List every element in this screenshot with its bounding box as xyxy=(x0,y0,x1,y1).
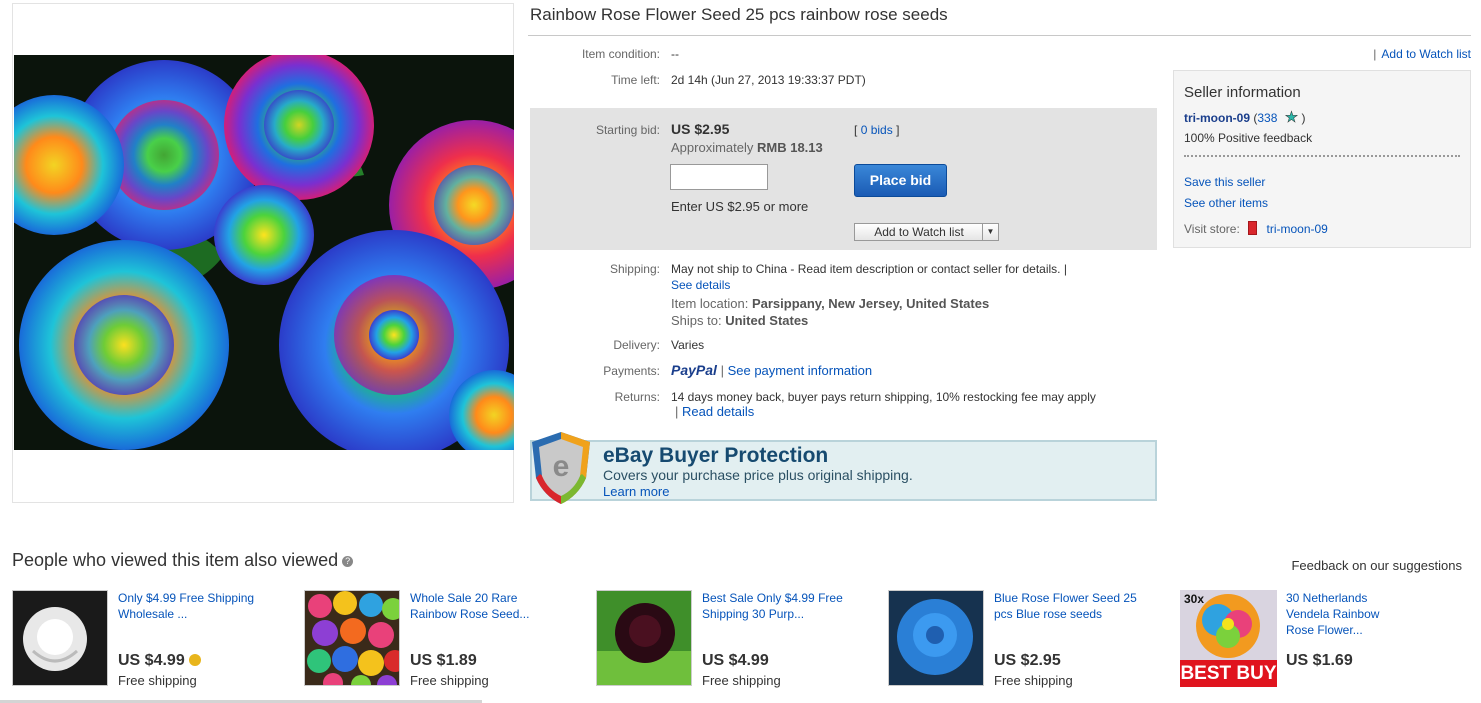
buyer-protection-banner: e eBay Buyer Protection Covers your purc… xyxy=(530,432,1157,504)
badge-count: 30x xyxy=(1184,592,1205,606)
also-viewed-item[interactable]: Whole Sale 20 Rare Rainbow Rose Seed... … xyxy=(304,590,584,688)
item-price: US $4.99 xyxy=(702,652,769,669)
item-shipping: Free shipping xyxy=(118,673,197,688)
ships-to-label: Ships to: xyxy=(671,313,722,328)
see-other-items-link[interactable]: See other items xyxy=(1184,196,1268,210)
buyer-protection-subtitle: Covers your purchase price plus original… xyxy=(603,467,913,483)
starting-bid-price: US $2.95 xyxy=(671,121,730,137)
seller-score-link[interactable]: 338 xyxy=(1257,111,1277,125)
starting-bid-label: Starting bid: xyxy=(595,123,660,137)
title-divider xyxy=(528,35,1471,36)
delivery-label: Delivery: xyxy=(613,338,660,352)
payment-info-link[interactable]: See payment information xyxy=(728,363,873,378)
bids-count: [ 0 bids ] xyxy=(854,123,899,137)
returns-label: Returns: xyxy=(614,390,660,404)
also-viewed-title: People who viewed this item also viewed xyxy=(12,550,339,570)
shipping-label: Shipping: xyxy=(609,262,660,276)
condition-value: -- xyxy=(671,47,679,61)
item-title-link[interactable]: 30 Netherlands Vendela Rainbow Rose Flow… xyxy=(1286,590,1396,638)
shield-icon: e xyxy=(532,432,590,504)
also-viewed-item[interactable]: Blue Rose Flower Seed 25 pcs Blue rose s… xyxy=(888,590,1168,688)
item-thumbnail[interactable] xyxy=(304,590,400,686)
best-buy-badge: BEST BUY xyxy=(1180,660,1277,687)
main-product-image[interactable] xyxy=(14,55,514,450)
learn-more-link[interactable]: Learn more xyxy=(603,484,669,499)
help-icon[interactable]: ? xyxy=(342,556,354,567)
read-details-link[interactable]: Read details xyxy=(682,404,754,419)
store-link[interactable]: tri-moon-09 xyxy=(1267,222,1328,236)
store-door-icon xyxy=(1248,221,1258,235)
bids-link[interactable]: 0 bids xyxy=(861,123,893,137)
bid-hint: Enter US $2.95 or more xyxy=(671,199,809,214)
item-thumbnail[interactable]: 30x BEST BUY xyxy=(1180,590,1277,687)
main-image-frame[interactable] xyxy=(12,3,514,503)
ships-to: Ships to: United States xyxy=(671,313,808,328)
item-title-link[interactable]: Whole Sale 20 Rare Rainbow Rose Seed... xyxy=(410,590,555,622)
svg-text:e: e xyxy=(553,450,570,483)
item-price: US $2.95 xyxy=(994,652,1061,669)
item-shipping: Free shipping xyxy=(994,673,1073,688)
paypal-logo: PayPal xyxy=(671,362,717,378)
also-viewed-item[interactable]: Best Sale Only $4.99 Free Shipping 30 Pu… xyxy=(596,590,876,688)
item-thumbnail[interactable] xyxy=(888,590,984,686)
visit-store: Visit store: tri-moon-09 xyxy=(1184,221,1328,236)
item-price-text: US $4.99 xyxy=(118,652,185,669)
seller-divider xyxy=(1184,155,1460,157)
seller-name-line: tri-moon-09 (338 ★ ) xyxy=(1184,109,1306,127)
shipping-text: May not ship to China - Read item descri… xyxy=(671,262,1067,276)
item-title-link[interactable]: Blue Rose Flower Seed 25 pcs Blue rose s… xyxy=(994,590,1139,622)
item-price: US $4.99 xyxy=(118,652,202,670)
add-to-watch-list-button[interactable]: Add to Watch list ▼ xyxy=(854,223,999,241)
also-viewed-item[interactable]: Only $4.99 Free Shipping Wholesale ... U… xyxy=(12,590,292,688)
payments-value: PayPal | See payment information xyxy=(671,362,872,378)
delivery-value: Varies xyxy=(671,338,705,352)
item-shipping: Free shipping xyxy=(702,673,781,688)
item-location-value: Parsippany, New Jersey, United States xyxy=(751,296,990,311)
seller-name-link[interactable]: tri-moon-09 xyxy=(1184,111,1250,125)
payments-separator: | xyxy=(720,363,724,378)
item-price: US $1.69 xyxy=(1286,652,1353,669)
also-viewed-item[interactable]: 30x BEST BUY 30 Netherlands Vendela Rain… xyxy=(1180,590,1460,688)
time-left-value: 2d 14h (Jun 27, 2013 19:33:37 PDT) xyxy=(671,73,866,87)
buyer-protection-title: eBay Buyer Protection xyxy=(603,444,829,467)
approx-value: RMB 18.13 xyxy=(757,140,823,155)
feedback-suggestions-link[interactable]: Feedback on our suggestions xyxy=(1291,558,1462,573)
approx-price: Approximately RMB 18.13 xyxy=(671,140,823,155)
add-to-watch-list-link[interactable]: Add to Watch list xyxy=(1381,47,1471,61)
bid-amount-input[interactable] xyxy=(670,164,768,190)
star-icon: ★ xyxy=(1284,109,1299,127)
item-title-link[interactable]: Only $4.99 Free Shipping Wholesale ... xyxy=(118,590,263,622)
ships-to-value: United States xyxy=(725,313,809,328)
visit-store-label: Visit store: xyxy=(1184,222,1240,236)
item-title: Rainbow Rose Flower Seed 25 pcs rainbow … xyxy=(530,5,948,24)
also-viewed-heading: People who viewed this item also viewed? xyxy=(12,550,354,571)
returns-text: 14 days money back, buyer pays return sh… xyxy=(671,390,1096,404)
time-left-label: Time left: xyxy=(611,73,660,87)
bids-bracket-open: [ xyxy=(854,123,858,137)
item-price: US $1.89 xyxy=(410,652,477,669)
watch-button-label: Add to Watch list xyxy=(874,225,964,239)
approx-prefix: Approximately xyxy=(671,140,754,155)
item-location-label: Item location: xyxy=(671,296,749,311)
item-title-link[interactable]: Best Sale Only $4.99 Free Shipping 30 Pu… xyxy=(702,590,847,622)
save-seller-link[interactable]: Save this seller xyxy=(1184,175,1265,189)
item-shipping: Free shipping xyxy=(410,673,489,688)
seller-heading: Seller information xyxy=(1184,84,1301,101)
see-details-link[interactable]: See details xyxy=(671,278,730,292)
medal-icon xyxy=(189,654,202,666)
condition-label: Item condition: xyxy=(581,47,660,61)
returns-details: | Read details xyxy=(675,404,754,419)
item-thumbnail[interactable] xyxy=(12,590,108,686)
returns-separator: | xyxy=(675,404,679,419)
bids-bracket-close: ] xyxy=(896,123,900,137)
watch-list-link-top[interactable]: | Add to Watch list xyxy=(1373,47,1471,61)
seller-feedback: 100% Positive feedback xyxy=(1184,131,1313,145)
item-location: Item location: Parsippany, New Jersey, U… xyxy=(671,296,989,311)
place-bid-button[interactable]: Place bid xyxy=(854,164,947,197)
payments-label: Payments: xyxy=(603,364,660,378)
chevron-down-icon[interactable]: ▼ xyxy=(982,224,998,240)
item-thumbnail[interactable] xyxy=(596,590,692,686)
seller-info-panel: Seller information tri-moon-09 (338 ★ ) … xyxy=(1173,70,1471,248)
